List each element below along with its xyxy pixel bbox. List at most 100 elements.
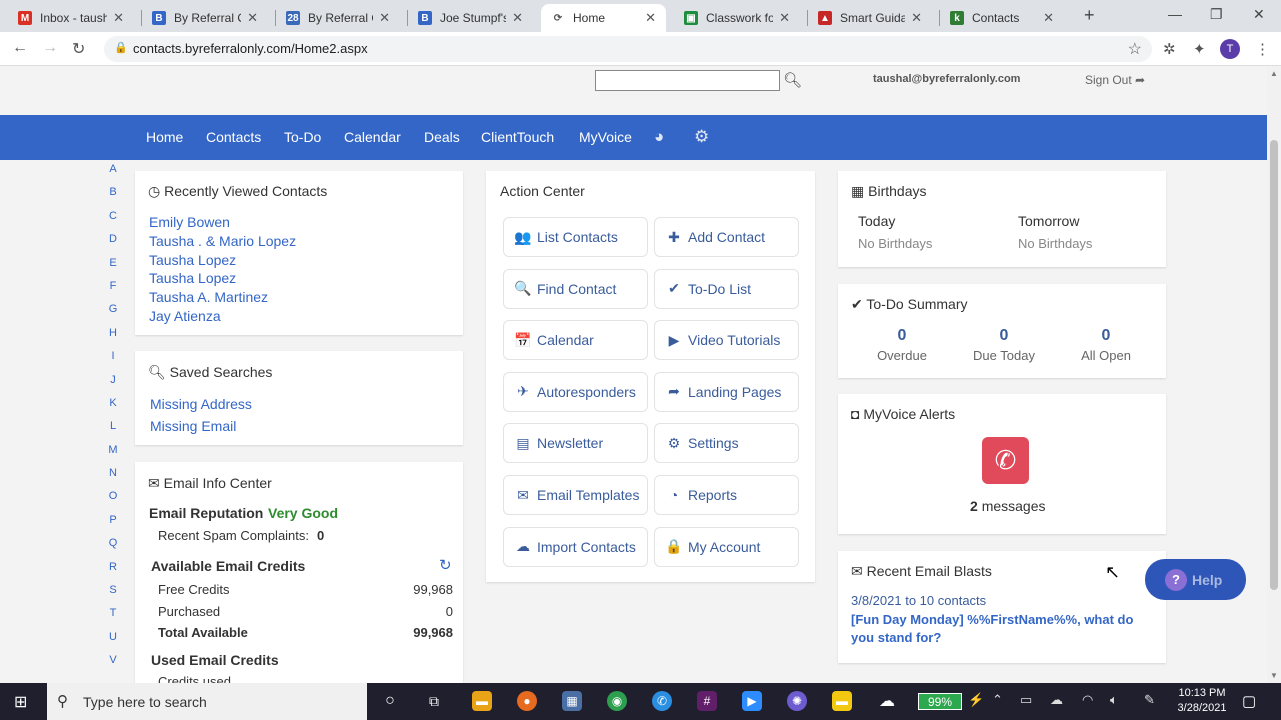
browser-tab[interactable]: k Contacts ✕ — [940, 4, 1064, 32]
browser-tab[interactable]: 28 By Referral On ✕ — [276, 4, 400, 32]
due-today-count[interactable]: 0 — [964, 327, 1044, 345]
nav-clienttouch[interactable]: ClientTouch — [481, 129, 554, 145]
messages-count[interactable]: 2 messages — [970, 498, 1046, 514]
alphabet-letter[interactable]: V — [106, 654, 120, 677]
system-clock[interactable]: 10:13 PM 3/28/2021 — [1172, 686, 1232, 716]
nav-myvoice[interactable]: MyVoice — [579, 129, 632, 145]
alphabet-letter[interactable]: Q — [106, 537, 120, 560]
calculator-icon[interactable]: ▦ — [562, 691, 582, 711]
onedrive-icon[interactable]: ☁ — [1050, 692, 1063, 708]
alphabet-letter[interactable]: L — [106, 420, 120, 443]
browser-tab[interactable]: ▣ Classwork for ✕ — [674, 4, 800, 32]
sticky-notes-icon[interactable]: ▬ — [832, 691, 852, 711]
recent-contact-link[interactable]: Tausha A. Martinez — [149, 289, 268, 305]
refresh-icon[interactable]: ↻ — [439, 556, 452, 574]
cloud-icon[interactable]: ☁ — [877, 691, 897, 711]
alphabet-letter[interactable]: B — [106, 186, 120, 209]
close-tab-icon[interactable]: ✕ — [1043, 10, 1054, 26]
search-icon[interactable]: 🔍︎ — [783, 71, 802, 89]
overdue-count[interactable]: 0 — [862, 327, 942, 345]
phone-icon[interactable]: ✆ — [982, 437, 1029, 484]
reports-button[interactable]: ◔ Reports — [654, 475, 799, 515]
menu-dots-icon[interactable]: ⋮ — [1255, 40, 1270, 58]
alphabet-letter[interactable]: F — [106, 280, 120, 303]
alphabet-letter[interactable]: A — [106, 163, 120, 186]
my-account-button[interactable]: 🔒 My Account — [654, 526, 799, 567]
nav-todo[interactable]: To-Do — [284, 129, 321, 145]
close-tab-icon[interactable]: ✕ — [512, 10, 523, 26]
scroll-up-icon[interactable]: ▲ — [1270, 69, 1278, 78]
nav-home[interactable]: Home — [146, 129, 183, 145]
help-button[interactable]: ? Help — [1145, 559, 1246, 600]
sign-out-link[interactable]: Sign Out ➦ — [1085, 73, 1145, 87]
scroll-down-icon[interactable]: ▼ — [1270, 671, 1278, 680]
close-window-icon[interactable]: ✕ — [1253, 6, 1265, 23]
browser-tab[interactable]: ⟳ Home ✕ — [541, 4, 666, 32]
url-bar[interactable]: 🔒 contacts.byreferralonly.com/Home2.aspx… — [104, 36, 1152, 62]
nav-deals[interactable]: Deals — [424, 129, 460, 145]
video-tutorials-button[interactable]: ▶ Video Tutorials — [654, 320, 799, 361]
forward-icon[interactable]: → — [42, 39, 58, 57]
back-icon[interactable]: ← — [12, 39, 28, 57]
saved-search-item[interactable]: Missing Address — [150, 396, 252, 412]
pie-chart-icon[interactable]: ◕ — [654, 127, 664, 147]
notifications-icon[interactable]: ▢ — [1242, 692, 1256, 710]
taskbar-search[interactable]: ⚲ Type here to search — [47, 683, 367, 720]
close-tab-icon[interactable]: ✕ — [113, 10, 124, 26]
browser-tab[interactable]: ▲ Smart Guidan ✕ — [808, 4, 932, 32]
alphabet-letter[interactable]: G — [106, 303, 120, 326]
alphabet-letter[interactable]: S — [106, 584, 120, 607]
landing-pages-button[interactable]: ➦ Landing Pages — [654, 371, 799, 412]
alphabet-letter[interactable]: I — [106, 350, 120, 373]
battery-indicator[interactable]: 99% — [918, 693, 962, 710]
pen-icon[interactable]: ✎ — [1144, 692, 1155, 708]
alphabet-letter[interactable]: J — [106, 374, 120, 397]
to-do-list-button[interactable]: ✔ To-Do List — [654, 268, 799, 309]
recent-contact-link[interactable]: Jay Atienza — [149, 308, 221, 324]
newsletter-button[interactable]: ▤ Newsletter — [503, 423, 648, 464]
extension-icon[interactable]: ✲ — [1163, 40, 1176, 58]
browser-tab[interactable]: B By Referral On ✕ — [142, 4, 268, 32]
chrome-icon[interactable]: ◉ — [607, 691, 627, 711]
new-tab-button[interactable]: + — [1084, 5, 1095, 26]
import-contacts-button[interactable]: ☁ Import Contacts — [503, 526, 648, 567]
find-contact-button[interactable]: 🔍 Find Contact — [503, 268, 648, 309]
slack-icon[interactable]: # — [697, 691, 717, 711]
list-contacts-button[interactable]: 👥 List Contacts — [503, 217, 648, 257]
close-tab-icon[interactable]: ✕ — [379, 10, 390, 26]
alphabet-letter[interactable]: E — [106, 257, 120, 280]
windows-start-icon[interactable]: ⊞ — [14, 692, 27, 712]
alphabet-letter[interactable]: D — [106, 233, 120, 256]
alphabet-letter[interactable]: H — [106, 327, 120, 350]
alphabet-letter[interactable]: N — [106, 467, 120, 490]
email-templates-button[interactable]: ✉ Email Templates — [503, 475, 648, 515]
recent-contact-link[interactable]: Tausha Lopez — [149, 270, 236, 286]
tray-app-icon[interactable]: ▭ — [1020, 692, 1032, 708]
chevron-up-icon[interactable]: ⌃ — [992, 692, 1003, 708]
site-search-input[interactable] — [595, 70, 780, 91]
add-contact-button[interactable]: ✚ Add Contact — [654, 217, 799, 257]
all-open-count[interactable]: 0 — [1066, 327, 1146, 345]
file-explorer-icon[interactable]: ▬ — [472, 691, 492, 711]
reload-icon[interactable]: ↻ — [72, 39, 85, 59]
alphabet-letter[interactable]: M — [106, 444, 120, 467]
browser-tab[interactable]: M Inbox - tausha ✕ — [8, 4, 134, 32]
bookmark-star-icon[interactable]: ☆ — [1128, 39, 1142, 59]
nav-calendar[interactable]: Calendar — [344, 129, 401, 145]
alphabet-letter[interactable]: K — [106, 397, 120, 420]
close-tab-icon[interactable]: ✕ — [911, 10, 922, 26]
alphabet-letter[interactable]: P — [106, 514, 120, 537]
recent-contact-link[interactable]: Tausha Lopez — [149, 252, 236, 268]
app-icon[interactable]: ✺ — [787, 691, 807, 711]
recent-contact-link[interactable]: Emily Bowen — [149, 214, 230, 230]
blast-subject-link[interactable]: [Fun Day Monday] %%FirstName%%, what do … — [851, 611, 1156, 647]
close-tab-icon[interactable]: ✕ — [779, 10, 790, 26]
minimize-icon[interactable]: — — [1168, 6, 1182, 22]
browser-tab[interactable]: B Joe Stumpf's | ✕ — [408, 4, 533, 32]
firefox-icon[interactable]: ● — [517, 691, 537, 711]
nav-contacts[interactable]: Contacts — [206, 129, 261, 145]
saved-search-item[interactable]: Missing Email — [150, 418, 236, 434]
profile-avatar[interactable]: T — [1220, 39, 1240, 59]
restore-icon[interactable]: ❐ — [1210, 6, 1223, 23]
volume-icon[interactable]: 🔈︎ — [1110, 692, 1118, 708]
